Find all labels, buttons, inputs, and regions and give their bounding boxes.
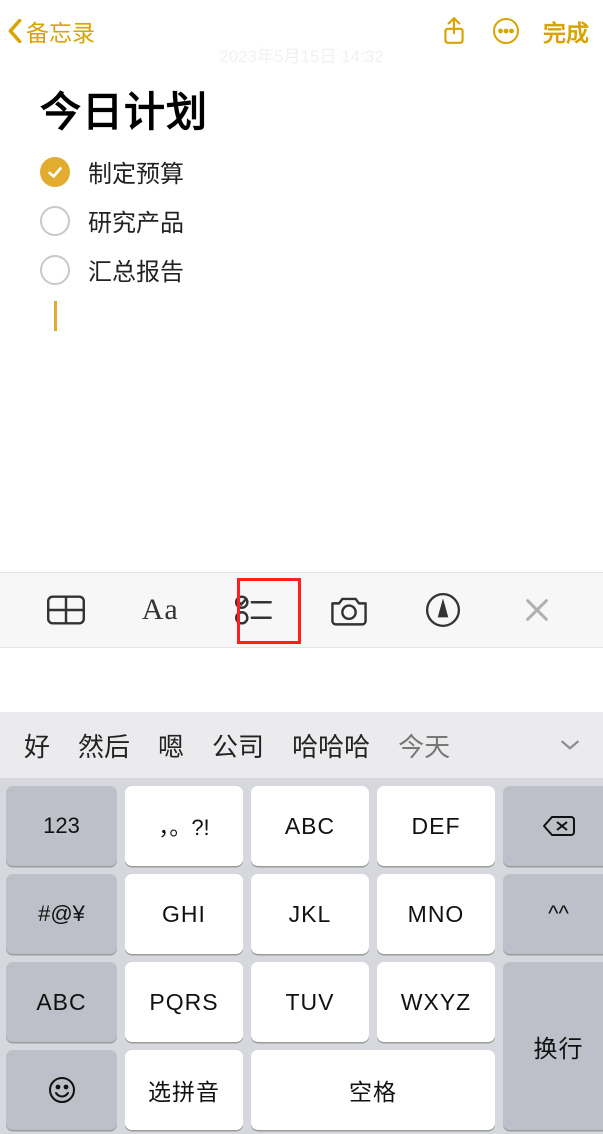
camera-icon[interactable] [317,578,381,642]
back-label: 备忘录 [26,14,95,48]
key-tuv[interactable]: TUV [251,962,369,1042]
key-pqrs[interactable]: PQRS [125,962,243,1042]
key-space[interactable]: 空格 [251,1050,495,1130]
share-icon[interactable] [439,16,469,46]
key-wxyz[interactable]: WXYZ [377,962,495,1042]
close-icon[interactable] [505,578,569,642]
text-cursor [54,301,57,331]
candidate-word[interactable]: 公司 [198,727,278,764]
candidate-expand-icon[interactable] [541,712,599,778]
candidate-word[interactable]: 好 [10,727,64,764]
checklist-label[interactable]: 汇总报告 [88,252,184,287]
key-punct[interactable]: ，。?! [125,786,243,866]
checklist-item[interactable]: 研究产品 [40,203,563,238]
candidate-bar: 好 然后 嗯 公司 哈哈哈 今天 [0,712,603,778]
key-def[interactable]: DEF [377,786,495,866]
key-mno[interactable]: MNO [377,874,495,954]
key-kaomoji[interactable]: ^^ [503,874,603,954]
key-shift-abc[interactable]: ABC [6,962,117,1042]
markup-icon[interactable] [411,578,475,642]
key-emoji[interactable] [6,1050,117,1130]
candidate-word[interactable]: 嗯 [144,727,198,764]
checklist-label[interactable]: 制定预算 [88,154,184,189]
nav-right: 完成 [439,14,589,48]
checkbox-empty-icon[interactable] [40,255,70,285]
done-button[interactable]: 完成 [543,14,589,48]
key-123[interactable]: 123 [6,786,117,866]
key-return[interactable]: 换行 [503,962,603,1130]
checkbox-checked-icon[interactable] [40,157,70,187]
key-jkl[interactable]: JKL [251,874,369,954]
key-backspace[interactable] [503,786,603,866]
checklist-icon[interactable] [222,578,286,642]
candidate-word[interactable]: 哈哈哈 [278,727,384,764]
key-ghi[interactable]: GHI [125,874,243,954]
checkbox-empty-icon[interactable] [40,206,70,236]
note-body[interactable]: 今日计划 制定预算 研究产品 汇总报告 [0,60,603,331]
back-button[interactable]: 备忘录 [6,14,95,48]
format-toolbar: Aa [0,572,603,648]
key-abc[interactable]: ABC [251,786,369,866]
candidate-word[interactable]: 今天 [384,727,464,764]
text-format-icon[interactable]: Aa [128,578,192,642]
table-icon[interactable] [34,578,98,642]
more-icon[interactable] [491,16,521,46]
keyboard: 123 ，。?! ABC DEF #@¥ GHI JKL MNO ^^ ABC … [0,778,603,1134]
candidate-word[interactable]: 然后 [64,727,144,764]
key-symbols[interactable]: #@¥ [6,874,117,954]
checklist-item[interactable]: 制定预算 [40,154,563,189]
checklist-label[interactable]: 研究产品 [88,203,184,238]
note-title[interactable]: 今日计划 [40,78,563,138]
checklist-item[interactable]: 汇总报告 [40,252,563,287]
chevron-left-icon [6,16,24,46]
key-select-pinyin[interactable]: 选拼音 [125,1050,243,1130]
